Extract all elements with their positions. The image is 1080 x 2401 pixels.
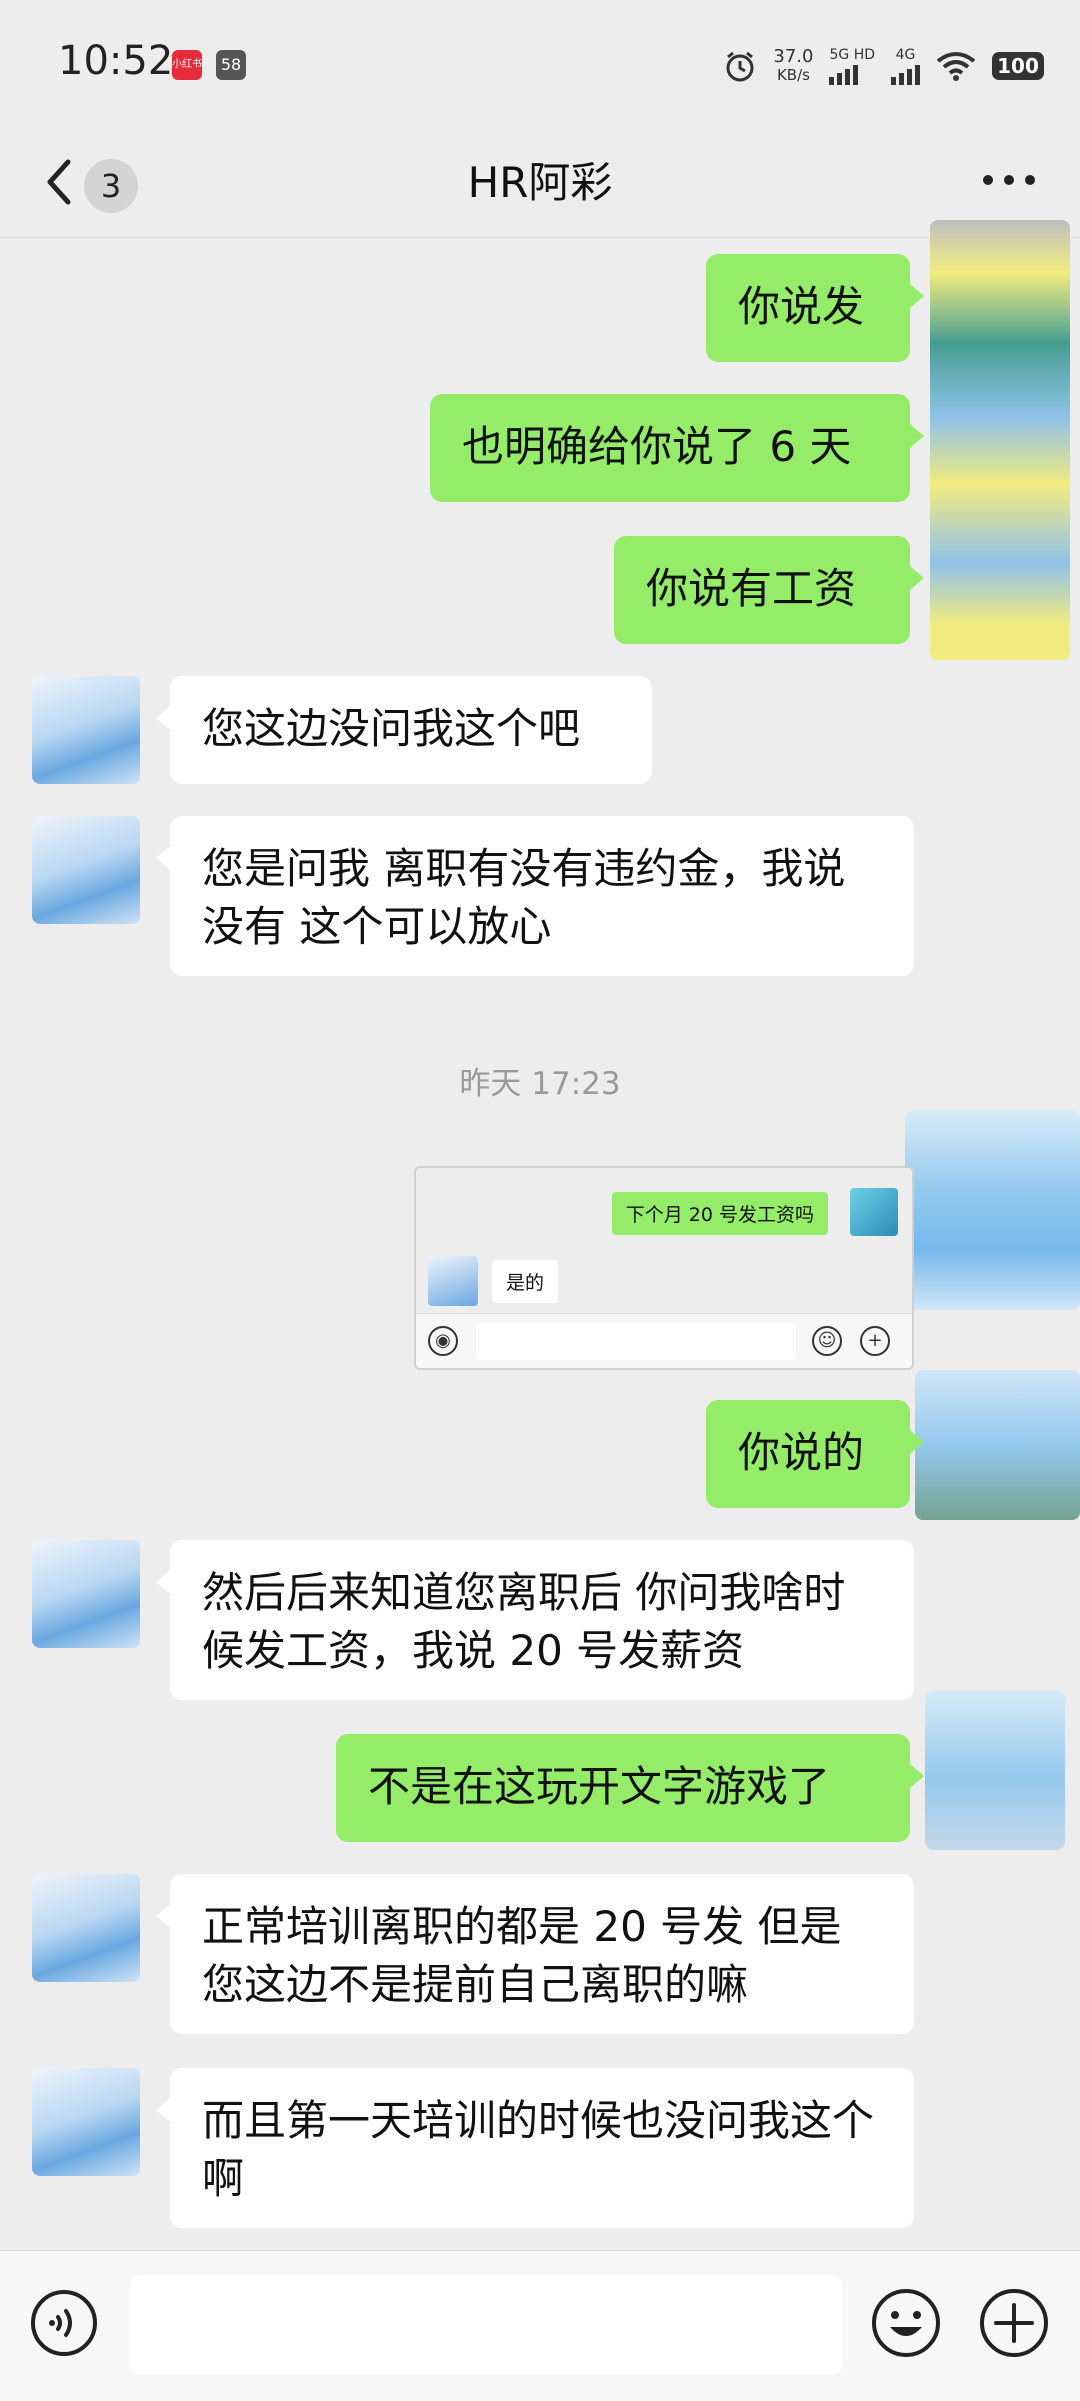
redaction-scribble [930, 220, 1070, 660]
wifi-icon [936, 52, 976, 81]
message-bubble-incoming[interactable]: 您是问我 离职有没有违约金，我说没有 这个可以放心 [156, 816, 914, 976]
screenshot-plus-icon: + [860, 1326, 890, 1356]
screenshot-voice-icon: ◉ [428, 1326, 458, 1356]
hr-avatar[interactable] [32, 676, 140, 784]
message-bubble-incoming[interactable]: 然后后来知道您离职后 你问我啥时候发工资，我说 20 号发薪资 [156, 1540, 914, 1700]
redaction-scribble [915, 1370, 1080, 1520]
app-badge-58-icon: 58 [216, 50, 246, 80]
hr-avatar[interactable] [32, 816, 140, 924]
hr-avatar[interactable] [32, 2068, 140, 2176]
plus-icon[interactable] [978, 2287, 1050, 2359]
alarm-icon [726, 51, 754, 82]
message-input-field[interactable] [130, 2275, 842, 2375]
hr-avatar[interactable] [32, 1874, 140, 1982]
message-bubble-outgoing[interactable]: 你说的 [706, 1400, 924, 1508]
message-bubble-incoming[interactable]: 而且第一天培训的时候也没问我这个啊 [156, 2068, 914, 2228]
chat-title: HR阿彩 [467, 158, 613, 207]
message-bubble-incoming[interactable]: 您这边没问我这个吧 [156, 676, 652, 784]
message-timestamp: 昨天 17:23 [459, 1066, 621, 1102]
message-bubble-outgoing[interactable]: 不是在这玩开文字游戏了 [336, 1734, 924, 1842]
message-bubble-outgoing[interactable]: 也明确给你说了 6 天 [430, 394, 924, 502]
voice-input-icon[interactable] [30, 2289, 98, 2357]
screenshot-input-bar: ◉ ☺ + [416, 1313, 912, 1368]
chat-header: 3 HR阿彩 [0, 132, 1080, 238]
screenshot-image-message[interactable]: 下个月 20 号发工资吗 是的 ◉ ☺ + [414, 1166, 914, 1370]
status-bar: 10:52 小红书 58 37.0 KB/s 5G HD 4G 100 [0, 0, 1080, 132]
screenshot-hr-avatar [428, 1256, 478, 1306]
battery-icon: 100 [992, 52, 1044, 80]
message-bubble-outgoing[interactable]: 你说发 [706, 254, 924, 362]
screenshot-outgoing-text: 下个月 20 号发工资吗 [611, 1192, 828, 1235]
screenshot-emoji-icon: ☺ [812, 1326, 842, 1356]
signal-5g: 5G HD [829, 47, 875, 85]
more-options-icon[interactable] [982, 174, 1036, 186]
redaction-scribble [905, 1110, 1080, 1310]
signal-4g: 4G [891, 47, 920, 85]
status-time: 10:52 [58, 38, 174, 84]
screenshot-user-avatar [850, 1188, 898, 1236]
app-badge-icon: 小红书 [172, 50, 202, 80]
chat-input-bar [0, 2250, 1080, 2401]
network-speed: 37.0 KB/s [773, 46, 814, 85]
redaction-scribble [925, 1690, 1065, 1850]
screenshot-input-field [476, 1322, 796, 1360]
message-bubble-incoming[interactable]: 正常培训离职的都是 20 号发 但是您这边不是提前自己离职的嘛 [156, 1874, 914, 2034]
emoji-icon[interactable] [870, 2287, 942, 2359]
screenshot-incoming-text: 是的 [492, 1260, 559, 1303]
message-bubble-outgoing[interactable]: 你说有工资 [614, 536, 924, 644]
hr-avatar[interactable] [32, 1540, 140, 1648]
